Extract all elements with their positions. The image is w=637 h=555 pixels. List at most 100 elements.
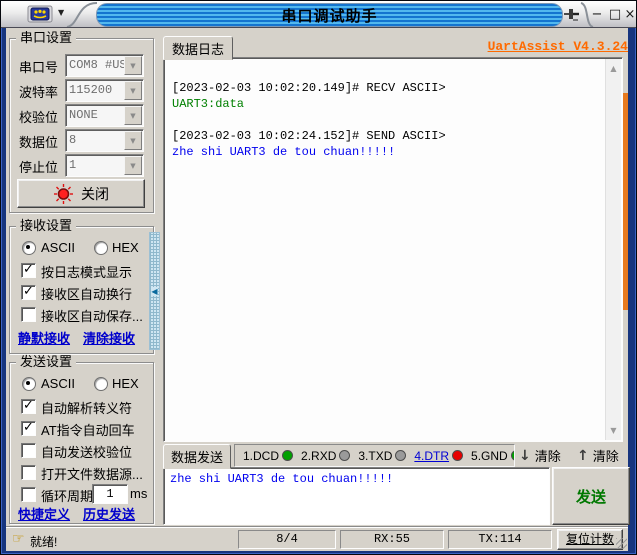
- stopbits-value: 1: [69, 158, 125, 172]
- frame-counter-box: 8/4: [238, 530, 336, 549]
- auto-checksum-label: 自动发送校验位: [41, 442, 132, 461]
- clear-receive-arrow-icon: ↑: [577, 448, 589, 464]
- send-button-label: 发送: [576, 486, 606, 507]
- silent-receive-link[interactable]: 静默接收: [18, 328, 70, 347]
- log-mode-checkbox[interactable]: [21, 263, 36, 278]
- signal-gnd-label: 5.GND: [471, 449, 508, 463]
- cycle-period-input[interactable]: 1: [92, 484, 128, 504]
- log-line: zhe shi UART3 de tou chuan!!!!!: [172, 144, 602, 160]
- clear-send-arrow-icon: ↓: [519, 448, 531, 464]
- rx-counter-value: RX:55: [374, 532, 410, 546]
- parity-label: 校验位: [19, 107, 58, 126]
- baud-combobox[interactable]: 115200 ▼: [65, 79, 144, 102]
- scroll-down-icon[interactable]: ▼: [606, 423, 621, 438]
- status-text: 就绪!: [30, 533, 57, 550]
- tab-data-log[interactable]: 数据日志: [163, 36, 233, 60]
- log-line: UART3:data: [172, 96, 602, 112]
- resize-grip[interactable]: [616, 538, 627, 549]
- signal-txd[interactable]: 3.TXD: [358, 449, 406, 463]
- log-line: [2023-02-03 10:02:20.149]# RECV ASCII>: [172, 80, 602, 96]
- shortcut-define-link[interactable]: 快捷定义: [18, 504, 70, 523]
- parity-combobox[interactable]: NONE ▼: [65, 104, 144, 127]
- port-combobox[interactable]: COM8 #USB ▼: [65, 54, 144, 77]
- send-ascii-radio[interactable]: [22, 377, 36, 391]
- baud-label: 波特率: [19, 82, 58, 101]
- baud-value: 115200: [69, 83, 125, 97]
- at-cr-label: AT指令自动回车: [41, 420, 135, 439]
- signal-dtr-link[interactable]: 4.DTR: [414, 449, 449, 463]
- close-port-label: 关闭: [81, 184, 109, 204]
- led-red-icon: [53, 184, 74, 204]
- stopbits-combobox[interactable]: 1 ▼: [65, 154, 144, 177]
- port-value: COM8 #USB: [69, 58, 125, 72]
- cycle-checkbox[interactable]: [21, 487, 36, 502]
- send-button[interactable]: 发送: [552, 467, 630, 525]
- receive-settings-title: 接收设置: [16, 219, 76, 232]
- signal-gnd[interactable]: 5.GND: [471, 449, 515, 463]
- signal-txd-label: 3.TXD: [358, 449, 392, 463]
- version-link-wrap: UartAssist V4.3.24: [440, 39, 628, 54]
- signal-rxd-label: 2.RXD: [301, 449, 336, 463]
- minimize-button[interactable]: −: [589, 6, 605, 23]
- log-scrollbar[interactable]: ▲ ▼: [605, 59, 621, 440]
- port-label: 串口号: [19, 57, 58, 76]
- signal-dtr[interactable]: 4.DTR: [414, 449, 463, 463]
- clear-receive-label: 清除: [593, 446, 619, 465]
- tab-data-log-label: 数据日志: [172, 39, 224, 58]
- frame-counter-value: 8/4: [276, 532, 298, 546]
- recv-hex-radio[interactable]: [94, 241, 108, 255]
- clear-receive-button[interactable]: ↑ 清除: [577, 446, 619, 465]
- combo-arrow-icon[interactable]: ▼: [124, 81, 142, 100]
- combo-arrow-icon[interactable]: ▼: [124, 131, 142, 150]
- signal-dcd[interactable]: 1.DCD: [243, 449, 293, 463]
- data-log-panel[interactable]: [2023-02-03 10:02:20.149]# RECV ASCII> U…: [163, 57, 623, 442]
- tx-counter-value: TX:114: [478, 532, 521, 546]
- system-menu-arrow-icon[interactable]: ▼: [58, 8, 64, 17]
- send-hex-radio[interactable]: [94, 377, 108, 391]
- send-input-text: zhe shi UART3 de tou chuan!!!!!: [170, 472, 393, 486]
- auto-wrap-checkbox[interactable]: [21, 285, 36, 300]
- close-button[interactable]: ×: [622, 6, 637, 23]
- send-input[interactable]: zhe shi UART3 de tou chuan!!!!!: [163, 467, 550, 525]
- databits-combobox[interactable]: 8 ▼: [65, 129, 144, 152]
- reset-count-button[interactable]: 复位计数: [557, 529, 623, 550]
- auto-save-label: 接收区自动保存...: [41, 306, 143, 325]
- serial-settings-title: 串口设置: [16, 31, 76, 44]
- titlebar[interactable]: ▼ 串口调试助手 − □ ×: [1, 1, 636, 28]
- recv-hex-label: HEX: [112, 240, 139, 255]
- at-cr-checkbox[interactable]: [21, 421, 36, 436]
- history-send-link[interactable]: 历史发送: [83, 504, 135, 523]
- collapse-left-icon[interactable]: ◀: [151, 287, 157, 296]
- panel-splitter[interactable]: ◀: [149, 232, 160, 350]
- recv-ascii-label: ASCII: [41, 240, 75, 255]
- stopbits-label: 停止位: [19, 157, 58, 176]
- close-port-button[interactable]: 关闭: [17, 179, 145, 208]
- clear-send-button[interactable]: ↓ 清除: [519, 446, 561, 465]
- clear-receive-link[interactable]: 清除接收: [83, 328, 135, 347]
- signal-gnd-led-icon: [511, 450, 515, 461]
- escape-parse-checkbox[interactable]: [21, 399, 36, 414]
- clear-send-label: 清除: [535, 446, 561, 465]
- combo-arrow-icon[interactable]: ▼: [124, 56, 142, 75]
- recv-ascii-radio[interactable]: [22, 241, 36, 255]
- auto-save-checkbox[interactable]: [21, 307, 36, 322]
- auto-checksum-checkbox[interactable]: [21, 443, 36, 458]
- maximize-button[interactable]: □: [607, 6, 623, 23]
- combo-arrow-icon[interactable]: ▼: [124, 106, 142, 125]
- app-window: ▼ 串口调试助手 − □ × 串口设置 串口号 COM8 #USB ▼ 波特率 …: [0, 0, 637, 555]
- version-link[interactable]: UartAssist V4.3.24: [488, 39, 628, 54]
- file-source-checkbox[interactable]: [21, 465, 36, 480]
- signal-txd-led-icon: [395, 450, 406, 461]
- combo-arrow-icon[interactable]: ▼: [124, 156, 142, 175]
- scroll-up-icon[interactable]: ▲: [606, 61, 621, 76]
- send-settings-title: 发送设置: [16, 355, 76, 368]
- signal-rxd-led-icon: [339, 450, 350, 461]
- cycle-period-value: 1: [106, 487, 113, 501]
- reset-count-label: 复位计数: [566, 532, 614, 546]
- app-icon[interactable]: [27, 5, 53, 23]
- tab-data-send[interactable]: 数据发送: [163, 444, 231, 469]
- signal-rxd[interactable]: 2.RXD: [301, 449, 350, 463]
- send-ascii-label: ASCII: [41, 376, 75, 391]
- tx-counter-box: TX:114: [448, 530, 552, 549]
- title-pill: 串口调试助手: [96, 3, 563, 27]
